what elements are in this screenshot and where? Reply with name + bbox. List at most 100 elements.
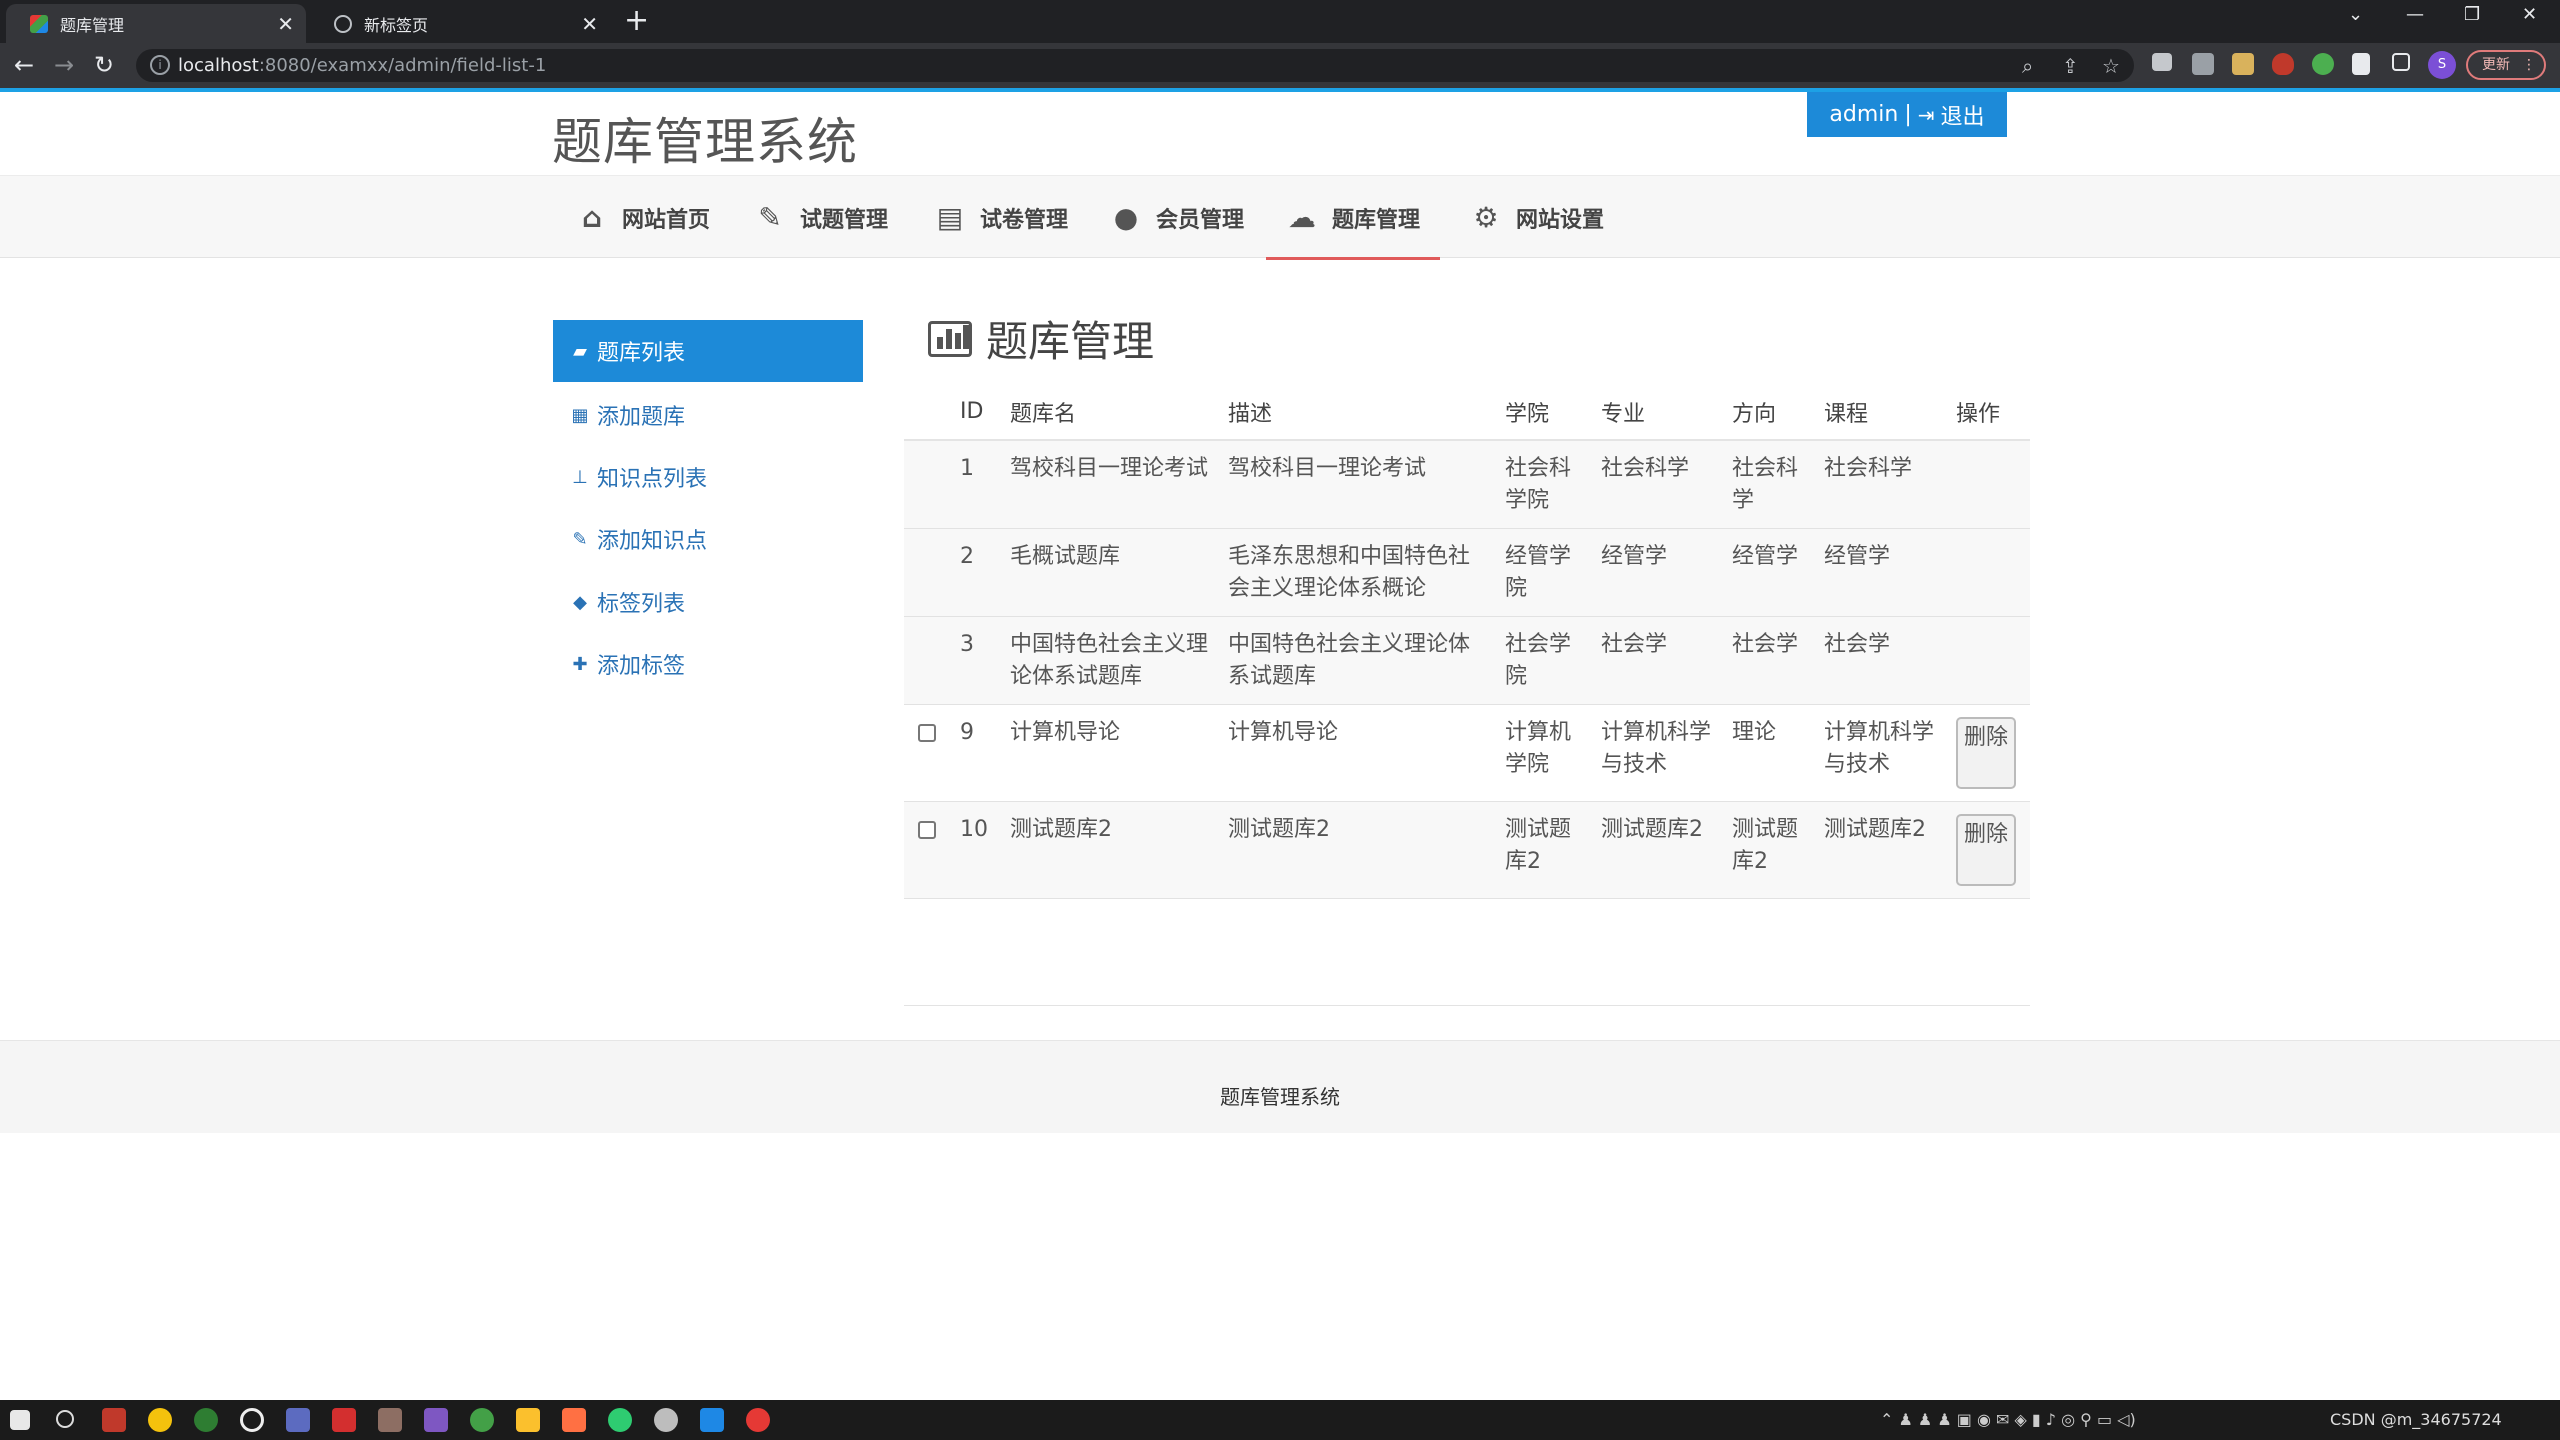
row-checkbox[interactable] [918, 820, 936, 839]
cell-name: 毛概试题库 [1004, 528, 1222, 617]
sidebar-item-tag-list[interactable]: ◆ 标签列表 [553, 571, 863, 633]
extension-leaf-icon[interactable] [2312, 53, 2334, 75]
page-title-text: 题库管理 [986, 317, 1155, 366]
cell-college: 社会学院 [1499, 616, 1595, 705]
forward-icon[interactable]: → [54, 51, 74, 79]
cell-major: 社会科学 [1595, 440, 1726, 529]
folder-icon[interactable] [516, 1408, 540, 1432]
cell-id: 1 [954, 440, 1004, 529]
extension-camera-icon[interactable] [2192, 53, 2214, 75]
chrome-icon[interactable] [148, 1408, 172, 1432]
nav-item-questions[interactable]: ✎ 试题管理 [754, 176, 888, 259]
row-checkbox[interactable] [918, 723, 936, 742]
sidebar-item-knowledge-list[interactable]: ⊥ 知识点列表 [553, 446, 863, 508]
app-icon[interactable] [746, 1408, 770, 1432]
app-icon[interactable] [286, 1408, 310, 1432]
tab-close-icon[interactable]: ✕ [277, 12, 294, 36]
sidebar-item-bank-list[interactable]: ▰ 题库列表 [553, 320, 863, 382]
search-icon[interactable] [56, 1410, 74, 1428]
app-icon[interactable] [562, 1408, 586, 1432]
restore-icon[interactable]: ❐ [2464, 4, 2480, 25]
app-icon[interactable] [654, 1408, 678, 1432]
sidebar-item-add-bank[interactable]: ▦ 添加题库 [553, 384, 863, 446]
pencil-icon: ✎ [572, 528, 588, 550]
new-tab-button[interactable]: + [624, 4, 649, 38]
app-icon[interactable] [700, 1408, 724, 1432]
cell-direction: 测试题库2 [1726, 801, 1818, 899]
app-icon[interactable] [424, 1408, 448, 1432]
bookmark-star-icon[interactable]: ☆ [2102, 54, 2120, 78]
url-text[interactable]: localhost:8080/examxx/admin/field-list-1 [178, 55, 546, 76]
sync-icon[interactable] [470, 1408, 494, 1432]
book-icon: ▰ [573, 340, 587, 362]
os-taskbar: ⌃ ♟ ♟ ♟ ▣ ◉ ✉ ◈ ▮ ♪ ◎ ⚲ ▭ ◁) CSDN @m_346… [0, 1400, 2560, 1440]
back-icon[interactable]: ← [14, 51, 34, 79]
document-icon: ▤ [936, 201, 964, 234]
logout-link[interactable]: 退出 [1941, 99, 1985, 131]
row-select-cell [904, 704, 954, 802]
extensions-puzzle-icon[interactable] [2352, 53, 2370, 75]
nav-item-label: 题库管理 [1332, 207, 1421, 233]
sitemap-icon: ⊥ [572, 466, 588, 488]
nav-item-home[interactable]: ⌂ 网站首页 [576, 176, 710, 259]
window-close-icon[interactable]: ✕ [2522, 4, 2537, 25]
sidebar-item-add-knowledge[interactable]: ✎ 添加知识点 [553, 508, 863, 570]
reload-icon[interactable]: ↻ [94, 51, 114, 79]
tray-text: CSDN @m_34675724 [2330, 1410, 2502, 1429]
header-name: 题库名 [1004, 384, 1222, 441]
cell-desc: 中国特色社会主义理论体系试题库 [1222, 616, 1499, 705]
site-favicon-icon [30, 14, 48, 33]
extension-shield-icon[interactable] [2272, 53, 2294, 75]
cell-college: 计算机学院 [1499, 704, 1595, 802]
sidebar-item-add-tag[interactable]: ✚ 添加标签 [553, 633, 863, 695]
zoom-icon[interactable]: ⌕ [2022, 54, 2033, 78]
intellij-icon[interactable] [102, 1408, 126, 1432]
app-icon[interactable] [378, 1408, 402, 1432]
cell-direction: 社会科学 [1726, 440, 1818, 529]
nav-item-label: 试卷管理 [980, 207, 1069, 233]
cell-major: 社会学 [1595, 616, 1726, 705]
tray-icons[interactable]: ⌃ ♟ ♟ ♟ ▣ ◉ ✉ ◈ ▮ ♪ ◎ ⚲ ▭ ◁) [1880, 1410, 2136, 1429]
share-icon[interactable]: ⇪ [2062, 54, 2079, 78]
delete-button[interactable]: 删除 [1956, 716, 2016, 789]
logout-icon[interactable]: ⇥ [1918, 103, 1935, 127]
username-link[interactable]: admin [1829, 102, 1898, 127]
nav-item-settings[interactable]: ⚙ 网站设置 [1470, 176, 1604, 259]
table-row: 2 毛概试题库 毛泽东思想和中国特色社会主义理论体系概论 经管学院 经管学 经管… [904, 528, 2030, 617]
address-bar[interactable]: i localhost:8080/examxx/admin/field-list… [136, 49, 2134, 82]
app-icon[interactable] [194, 1408, 218, 1432]
tab-search-icon[interactable]: ⌄ [2348, 4, 2363, 25]
browser-update-button[interactable]: 更新 ⋮ [2466, 50, 2546, 80]
cell-course: 计算机科学与技术 [1818, 704, 1950, 802]
browser-toolbar: ← → ↻ i localhost:8080/examxx/admin/fiel… [0, 43, 2560, 88]
profile-avatar[interactable]: S [2428, 51, 2456, 79]
footer-text: 题库管理系统 [1220, 1085, 1340, 1109]
nav-item-members[interactable]: ● 会员管理 [1110, 176, 1244, 259]
nav-item-question-bank[interactable]: ☁ 题库管理 [1265, 176, 1441, 260]
header-direction: 方向 [1726, 384, 1818, 441]
cell-course: 经管学 [1818, 528, 1950, 617]
side-panel-icon[interactable] [2392, 53, 2410, 71]
minimize-icon[interactable]: — [2406, 4, 2424, 25]
site-title: 题库管理系统 [552, 113, 858, 171]
tab-close-icon[interactable]: ✕ [581, 12, 598, 36]
browser-tab-inactive[interactable]: 新标签页 ✕ [310, 4, 610, 43]
row-select-cell [904, 801, 954, 899]
browser-tab-active[interactable]: 题库管理 ✕ [6, 4, 306, 43]
extension-image-icon[interactable] [2232, 53, 2254, 75]
delete-button[interactable]: 删除 [1956, 813, 2016, 886]
nav-item-papers[interactable]: ▤ 试卷管理 [934, 176, 1068, 259]
cell-course: 社会学 [1818, 616, 1950, 705]
extension-chat-icon[interactable] [2152, 53, 2172, 71]
page-title: 题库管理 [928, 308, 1154, 369]
wechat-icon[interactable] [608, 1408, 632, 1432]
record-icon[interactable] [240, 1408, 264, 1432]
cell-desc: 测试题库2 [1222, 801, 1499, 899]
windows-start-icon[interactable] [10, 1410, 30, 1430]
table-row: 9 计算机导论 计算机导论 计算机学院 计算机科学与技术 理论 计算机科学与技术… [904, 704, 2030, 802]
app-icon[interactable] [332, 1408, 356, 1432]
header-major: 专业 [1595, 384, 1726, 441]
cell-name: 计算机导论 [1004, 704, 1222, 802]
site-info-icon[interactable]: i [150, 55, 170, 75]
cell-name: 中国特色社会主义理论体系试题库 [1004, 616, 1222, 705]
